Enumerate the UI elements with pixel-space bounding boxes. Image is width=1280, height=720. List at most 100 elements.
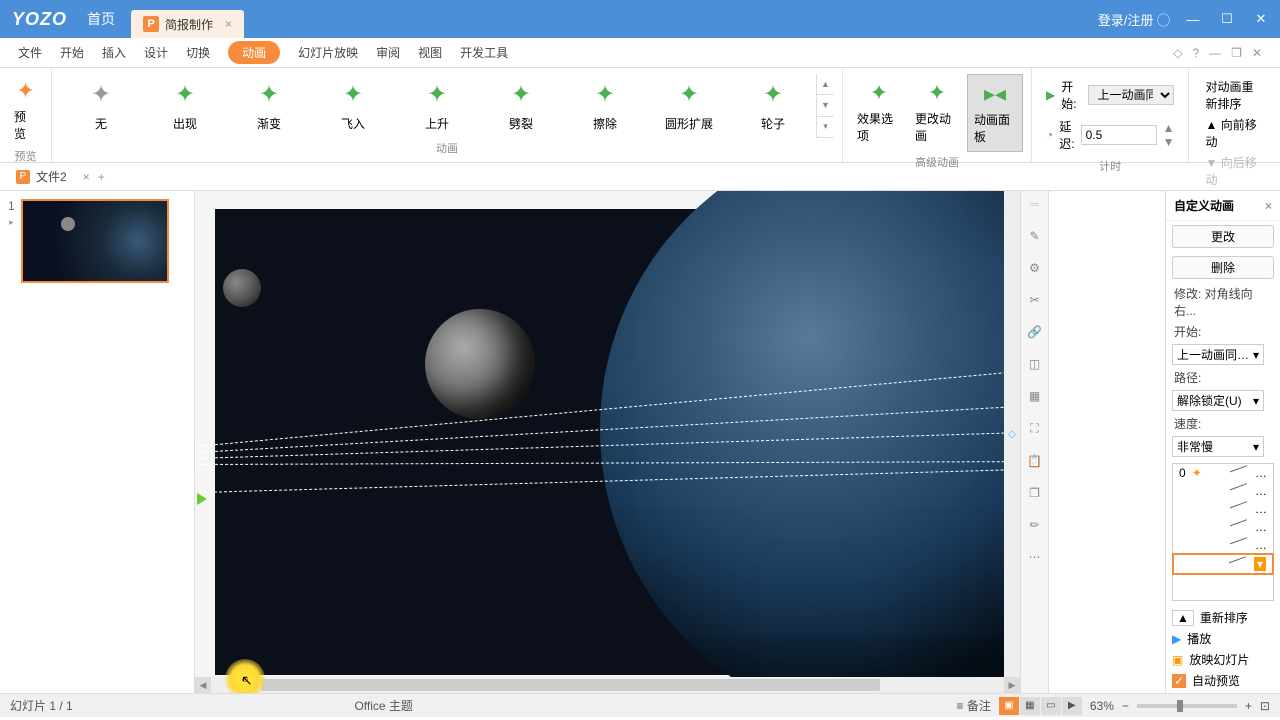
menu-animation[interactable]: 动画 (228, 41, 280, 64)
menu-design[interactable]: 设计 (144, 44, 168, 61)
anim-appear[interactable]: ✦出现 (144, 74, 226, 138)
change-animation-button[interactable]: ✦更改动画 (909, 74, 965, 152)
menu-file[interactable]: 文件 (18, 44, 42, 61)
move-forward-button[interactable]: ▲ 向前移动 (1205, 116, 1264, 150)
start-select[interactable]: 上一动画同时 (1088, 85, 1174, 105)
scroll-thumb[interactable] (261, 679, 880, 691)
list-item[interactable]: … (1173, 518, 1273, 536)
start-select[interactable]: 上一动画同…▾ (1172, 344, 1264, 365)
path-start-icon[interactable] (197, 493, 207, 505)
modify-label: 修改: 对角线向右... (1166, 283, 1280, 321)
sorter-view-icon[interactable]: ▦ (1020, 697, 1040, 715)
paste-icon[interactable]: 📋 (1027, 454, 1042, 468)
chevron-down-icon[interactable]: ▾ (1254, 557, 1266, 571)
window-restore-icon[interactable]: ❐ (1231, 46, 1242, 60)
list-item[interactable]: … (1173, 536, 1273, 554)
document-tab[interactable]: P 简报制作 × (131, 10, 244, 38)
zoom-in-icon[interactable]: + (1245, 699, 1252, 713)
menu-review[interactable]: 审阅 (376, 44, 400, 61)
effect-options-button[interactable]: ✦效果选项 (851, 74, 907, 152)
anim-split[interactable]: ✦劈裂 (480, 74, 562, 138)
change-button[interactable]: 更改 (1172, 225, 1274, 248)
edit-icon[interactable]: ✏ (1029, 518, 1039, 532)
notes-button[interactable]: ≡ 备注 (957, 697, 991, 714)
anim-shape[interactable]: ✦圆形扩展 (648, 74, 730, 138)
anim-none[interactable]: ✦无 (60, 74, 142, 138)
copy-icon[interactable]: ❐ (1029, 486, 1040, 500)
anim-fade[interactable]: ✦渐变 (228, 74, 310, 138)
autopreview-checkbox[interactable]: ✓自动预览 (1172, 672, 1274, 689)
scissors-icon[interactable]: ✂ (1029, 293, 1039, 307)
move-backward-button[interactable]: ▼ 向后移动 (1205, 154, 1264, 188)
menu-view[interactable]: 视图 (418, 44, 442, 61)
list-item[interactable]: … (1173, 500, 1273, 518)
anim-wheel[interactable]: ✦轮子 (732, 74, 814, 138)
menu-home[interactable]: 开始 (60, 44, 84, 61)
gallery-more-icon[interactable]: ▾ (817, 117, 834, 138)
close-pane-icon[interactable]: × (1265, 199, 1272, 213)
animation-pane-button[interactable]: ▸◂动画面板 (967, 74, 1023, 152)
link-icon[interactable]: 🔗 (1027, 325, 1042, 339)
theme-label: Office 主题 (354, 697, 412, 714)
handle-icon[interactable]: ═ (1030, 197, 1039, 211)
crop-icon[interactable]: ◫ (1029, 357, 1040, 371)
login-link[interactable]: 登录/注册 ◯ (1098, 10, 1170, 29)
anim-wipe[interactable]: ✦擦除 (564, 74, 646, 138)
window-close-icon[interactable]: ✕ (1252, 46, 1262, 60)
vertical-scrollbar[interactable]: ◇ (1004, 191, 1020, 677)
zoom-out-icon[interactable]: − (1122, 699, 1129, 713)
chevron-down-icon: ▾ (1253, 394, 1259, 408)
slideshow-view-icon[interactable]: ▶ (1062, 697, 1082, 715)
reorder-up-icon[interactable]: ▲ (1172, 610, 1194, 626)
reading-view-icon[interactable]: ▭ (1041, 697, 1061, 715)
gallery-down-icon[interactable]: ▼ (817, 95, 834, 116)
speed-select[interactable]: 非常慢▾ (1172, 436, 1264, 457)
anim-flyin[interactable]: ✦飞入 (312, 74, 394, 138)
menu-devtools[interactable]: 开发工具 (460, 44, 508, 61)
ribbon-collapse-icon[interactable]: ◇ (1173, 46, 1182, 60)
preview-button[interactable]: ✦ 预览 (6, 72, 45, 148)
path-select[interactable]: 解除锁定(U)▾ (1172, 390, 1264, 411)
scroll-left-icon[interactable]: ◀ (195, 677, 211, 693)
play-button[interactable]: ▶播放 (1172, 630, 1274, 647)
new-file-icon[interactable]: + (98, 170, 105, 184)
spinner-down-icon[interactable]: ▼ (1163, 135, 1175, 149)
menu-bar: 文件 开始 插入 设计 切换 动画 幻灯片放映 审阅 视图 开发工具 ◇ ? —… (0, 38, 1280, 68)
spinner-up-icon[interactable]: ▲ (1163, 121, 1175, 135)
menu-slideshow[interactable]: 幻灯片放映 (298, 44, 358, 61)
slideshow-button[interactable]: ▣放映幻灯片 (1172, 651, 1274, 668)
scroll-right-icon[interactable]: ▶ (1004, 677, 1020, 693)
settings-icon[interactable]: ⚙ (1029, 261, 1040, 275)
scroll-track[interactable] (211, 677, 1004, 693)
close-file-icon[interactable]: × (83, 170, 90, 184)
delete-button[interactable]: 删除 (1172, 256, 1274, 279)
close-icon[interactable]: ✕ (1250, 11, 1272, 27)
normal-view-icon[interactable]: ▣ (999, 697, 1019, 715)
window-minimize-icon[interactable]: — (1209, 46, 1221, 60)
maximize-icon[interactable]: ☐ (1216, 11, 1238, 27)
more-icon[interactable]: ⋯ (1029, 550, 1041, 564)
help-icon[interactable]: ? (1192, 46, 1199, 60)
file-tab[interactable]: P 文件2 (8, 168, 75, 185)
chevron-down-icon: ▾ (1253, 348, 1259, 362)
zoom-level[interactable]: 63% (1090, 699, 1114, 713)
anim-rise[interactable]: ✦上升 (396, 74, 478, 138)
grid-icon[interactable]: ▦ (1029, 389, 1040, 403)
fit-icon[interactable]: ⊡ (1260, 699, 1270, 713)
slide-canvas[interactable]: ➤ ➤ ➤ ➤ ➤ (215, 209, 1020, 675)
gallery-up-icon[interactable]: ▲ (817, 74, 834, 95)
zoom-slider[interactable] (1137, 704, 1237, 708)
close-tab-icon[interactable]: × (225, 17, 232, 31)
home-link[interactable]: 首页 (79, 9, 123, 29)
slide-thumbnail[interactable] (21, 199, 169, 283)
expand-icon[interactable]: ⛶ (1030, 421, 1038, 436)
list-item[interactable]: … (1173, 482, 1273, 500)
pen-icon[interactable]: ✎ (1029, 229, 1039, 243)
slide-editor[interactable]: ➤ ➤ ➤ ➤ ➤ ◇ ◀ ▶ ○ ↖ (195, 191, 1020, 693)
minimize-icon[interactable]: — (1182, 12, 1204, 27)
list-item-selected[interactable]: ▾ (1173, 554, 1273, 574)
menu-transition[interactable]: 切换 (186, 44, 210, 61)
menu-insert[interactable]: 插入 (102, 44, 126, 61)
list-item[interactable]: 0✦… (1173, 464, 1273, 482)
delay-input[interactable] (1081, 125, 1157, 145)
